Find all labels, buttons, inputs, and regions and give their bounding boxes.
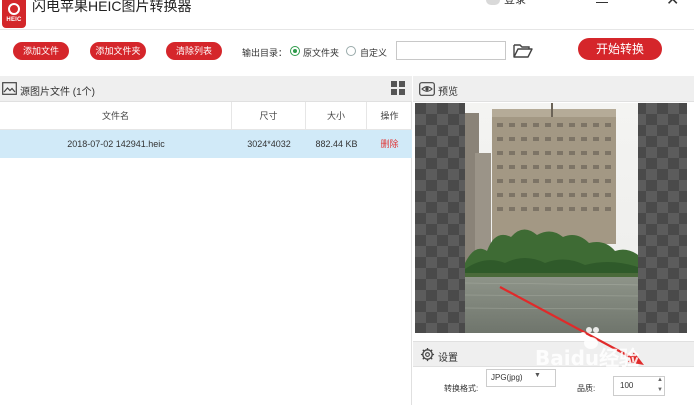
output-dir-label: 输出目录：: [242, 48, 288, 58]
column-dimensions[interactable]: 尺寸: [232, 102, 306, 130]
preview-panel: 预览 设置 转换格式: JPG(jpg) ▼ 品质: 100 ▲ ▼: [413, 76, 694, 405]
logo-text: HEIC: [6, 17, 22, 23]
file-list-title: 源图片文件 (1个): [20, 87, 95, 98]
folder-open-icon[interactable]: [513, 43, 533, 59]
column-action: 操作: [380, 111, 399, 121]
output-path-input[interactable]: [396, 41, 506, 60]
column-size[interactable]: 大小: [306, 102, 367, 130]
preview-image: [465, 103, 638, 333]
radio-original-folder[interactable]: [290, 46, 300, 56]
preview-header: 预览: [413, 76, 694, 102]
add-file-button[interactable]: 添加文件: [13, 42, 69, 60]
radio-original-folder-label[interactable]: 原文件夹: [303, 46, 339, 59]
dimensions-cell: 3024*4032: [247, 139, 291, 149]
preview-canvas: [415, 103, 687, 333]
preview-title: 预览: [438, 87, 458, 98]
grid-view-icon[interactable]: [391, 81, 405, 95]
file-list-panel: 源图片文件 (1个) 文件名 尺寸 大小 操作 2018-07-02 14294…: [0, 76, 412, 405]
minimize-icon[interactable]: [596, 2, 608, 3]
image-icon: [2, 82, 17, 95]
close-icon[interactable]: ✕: [666, 0, 679, 9]
stepper-up-icon[interactable]: ▲: [657, 377, 663, 383]
clear-list-button[interactable]: 清除列表: [166, 42, 222, 60]
table-header: 文件名 尺寸 大小 操作: [0, 102, 412, 130]
eye-icon: [419, 82, 435, 96]
radio-custom[interactable]: [346, 46, 356, 56]
settings-header: 设置: [413, 341, 694, 367]
gear-icon: [420, 347, 435, 362]
column-filename[interactable]: 文件名: [0, 102, 232, 130]
delete-link[interactable]: 删除: [367, 130, 412, 158]
quality-label: 品质:: [577, 384, 596, 393]
account-link[interactable]: 登录: [504, 0, 526, 6]
file-list-header: 源图片文件 (1个): [0, 76, 412, 102]
stepper-down-icon[interactable]: ▼: [657, 387, 663, 393]
settings-title: 设置: [438, 353, 458, 364]
table-row[interactable]: 2018-07-02 142941.heic 3024*4032 882.44 …: [0, 130, 412, 158]
title-bar: HEIC 闪电苹果HEIC图片转换器 登录 ✕: [0, 0, 694, 30]
format-select[interactable]: JPG(jpg): [486, 369, 556, 387]
user-icon[interactable]: [486, 0, 500, 5]
add-folder-button[interactable]: 添加文件夹: [90, 42, 146, 60]
dropdown-arrow-icon[interactable]: ▼: [534, 372, 541, 379]
app-title: 闪电苹果HEIC图片转换器: [32, 0, 192, 14]
start-convert-button[interactable]: 开始转换: [578, 38, 662, 60]
logo-icon: HEIC: [2, 0, 26, 28]
toolbar: 添加文件 添加文件夹 清除列表 输出目录： 原文件夹 自定义 开始转换: [0, 30, 694, 76]
radio-custom-label[interactable]: 自定义: [360, 46, 387, 59]
size-cell: 882.44 KB: [315, 139, 358, 149]
format-label: 转换格式:: [444, 384, 479, 393]
file-name-cell: 2018-07-02 142941.heic: [67, 139, 165, 149]
